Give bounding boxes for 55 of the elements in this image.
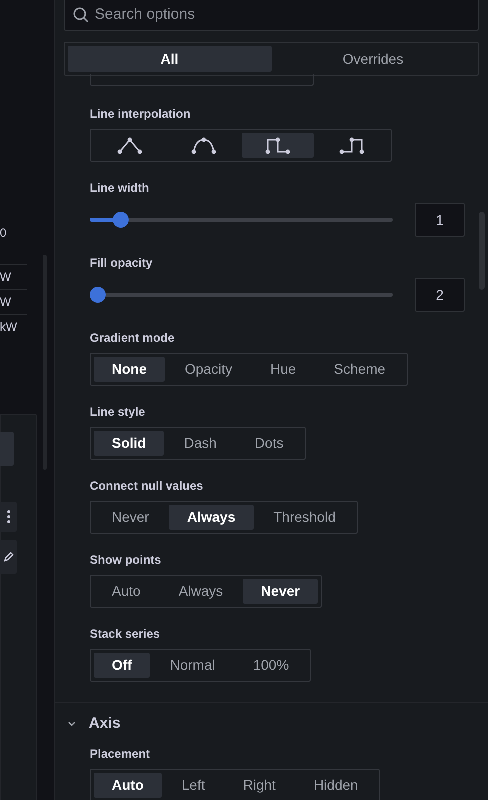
search-field[interactable]: Search options [64,0,479,31]
kebab-icon [6,510,10,524]
radio-option[interactable]: Dots [236,431,302,456]
option-field[interactable] [90,74,314,86]
radio-option[interactable]: None [94,357,165,382]
option-label: Placement [90,746,152,762]
option-label: Fill opacity [90,255,154,271]
radio-option[interactable]: Scheme [316,357,404,382]
value-input[interactable]: 2 [415,278,465,312]
slider-handle[interactable] [112,212,129,228]
radio-option[interactable]: Hue [252,357,314,382]
linear-line-icon [117,136,143,154]
radio-option[interactable]: Hidden [296,772,376,798]
radio-option[interactable]: Auto [94,772,162,798]
interpolation-option[interactable] [242,133,314,158]
radio-option[interactable]: Never [243,579,318,604]
option-label: Stack series [90,626,162,642]
search-icon [73,7,89,23]
radio-option[interactable]: Always [160,579,242,604]
value-input[interactable]: 1 [415,203,465,237]
radio-option[interactable]: Right [225,772,294,798]
radio-option[interactable]: Left [164,772,224,798]
radio-option[interactable]: Solid [94,431,164,456]
slider[interactable] [90,212,393,228]
tab[interactable]: Overrides [272,46,475,72]
tab[interactable]: All [68,46,272,72]
radio-option[interactable]: Always [169,505,254,530]
table-cell: kW [0,314,27,339]
radio-option[interactable]: Off [94,653,150,678]
option-label: Gradient mode [90,330,176,346]
slider-handle[interactable] [90,287,106,303]
option-label: Connect null values [90,478,204,494]
step-line-icon [339,136,365,154]
edit-button[interactable] [0,540,17,574]
section-header[interactable]: Axis [67,713,488,736]
radio-option[interactable]: Dash [166,431,235,456]
cell-text: 0 [0,225,7,242]
radio-option[interactable]: Auto [94,579,159,604]
option-label: Line width [90,180,150,196]
radio-option[interactable]: 100% [235,653,308,678]
scrollbar[interactable] [479,212,485,290]
more-options-button[interactable] [0,502,17,532]
radio-option[interactable]: Threshold [256,505,354,530]
table-cell: W [0,289,27,314]
radio-option[interactable]: Normal [152,653,234,678]
option-label: Show points [90,552,162,568]
slider[interactable] [90,287,393,303]
table-cell: W [0,264,27,289]
step-line-icon [265,136,291,154]
smooth-curve-icon [191,136,217,154]
option-label: Line style [90,404,146,420]
radio-option[interactable]: Opacity [167,357,250,382]
pencil-icon [4,552,14,562]
radio-option[interactable]: Never [94,505,168,530]
option-label: Line interpolation [90,106,192,122]
